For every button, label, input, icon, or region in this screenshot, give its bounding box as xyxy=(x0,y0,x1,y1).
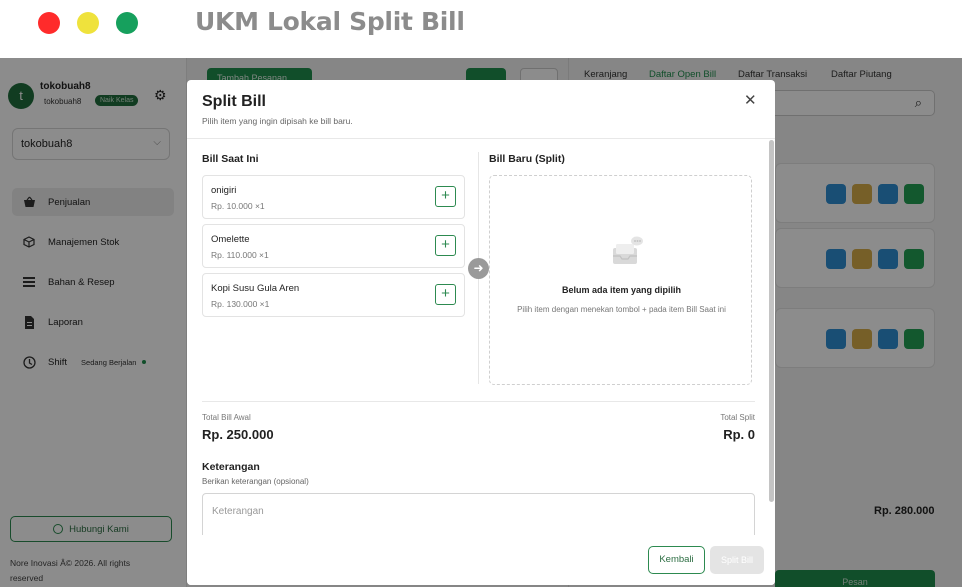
add-to-split-button[interactable]: + xyxy=(435,186,456,207)
window-close-dot[interactable] xyxy=(38,12,60,34)
split-bill-modal: Split Bill Pilih item yang ingin dipisah… xyxy=(187,80,775,585)
arrow-right-icon: ➜ xyxy=(468,258,489,279)
window-maximize-dot[interactable] xyxy=(116,12,138,34)
bill-item-price: Rp. 110.000 ×1 xyxy=(211,250,269,260)
window-title: UKM Lokal Split Bill xyxy=(195,7,465,36)
split-bill-dropzone: Belum ada item yang dipilih Pilih item d… xyxy=(489,175,752,385)
current-bill-title: Bill Saat Ini xyxy=(202,153,259,165)
note-subtitle: Berikan keterangan (opsional) xyxy=(202,477,309,486)
empty-inbox-icon xyxy=(613,236,643,264)
modal-header-divider xyxy=(187,138,775,139)
add-to-split-button[interactable]: + xyxy=(435,235,456,256)
empty-state-title: Belum ada item yang dipilih xyxy=(561,285,682,295)
new-bill-title: Bill Baru (Split) xyxy=(489,153,565,165)
bill-item: Omelette Rp. 110.000 ×1 + xyxy=(202,224,465,268)
bill-item: onigiri Rp. 10.000 ×1 + xyxy=(202,175,465,219)
note-title: Keterangan xyxy=(202,461,260,473)
modal-scrollbar[interactable] xyxy=(769,140,774,502)
bill-item-name: onigiri xyxy=(211,185,237,196)
split-bill-button[interactable]: Split Bill xyxy=(710,546,764,574)
bill-item-price: Rp. 10.000 ×1 xyxy=(211,201,265,211)
window-titlebar: UKM Lokal Split Bill xyxy=(0,0,962,58)
bill-item: Kopi Susu Gula Aren Rp. 130.000 ×1 + xyxy=(202,273,465,317)
add-to-split-button[interactable]: + xyxy=(435,284,456,305)
total-original-value: Rp. 250.000 xyxy=(202,427,274,442)
totals-divider xyxy=(202,401,755,402)
bill-item-price: Rp. 130.000 ×1 xyxy=(211,299,270,309)
total-split-label: Total Split xyxy=(720,413,755,422)
empty-state-description: Pilih item dengan menekan tombol + pada … xyxy=(517,305,726,314)
window-minimize-dot[interactable] xyxy=(77,12,99,34)
back-button[interactable]: Kembali xyxy=(648,546,705,574)
total-split-value: Rp. 0 xyxy=(723,427,755,442)
bill-item-name: Kopi Susu Gula Aren xyxy=(211,283,300,294)
modal-subtitle: Pilih item yang ingin dipisah ke bill ba… xyxy=(202,116,353,126)
close-icon[interactable]: ✕ xyxy=(744,91,757,109)
bill-item-name: Omelette xyxy=(211,234,250,245)
modal-title: Split Bill xyxy=(202,93,266,110)
total-original-label: Total Bill Awal xyxy=(202,413,251,422)
